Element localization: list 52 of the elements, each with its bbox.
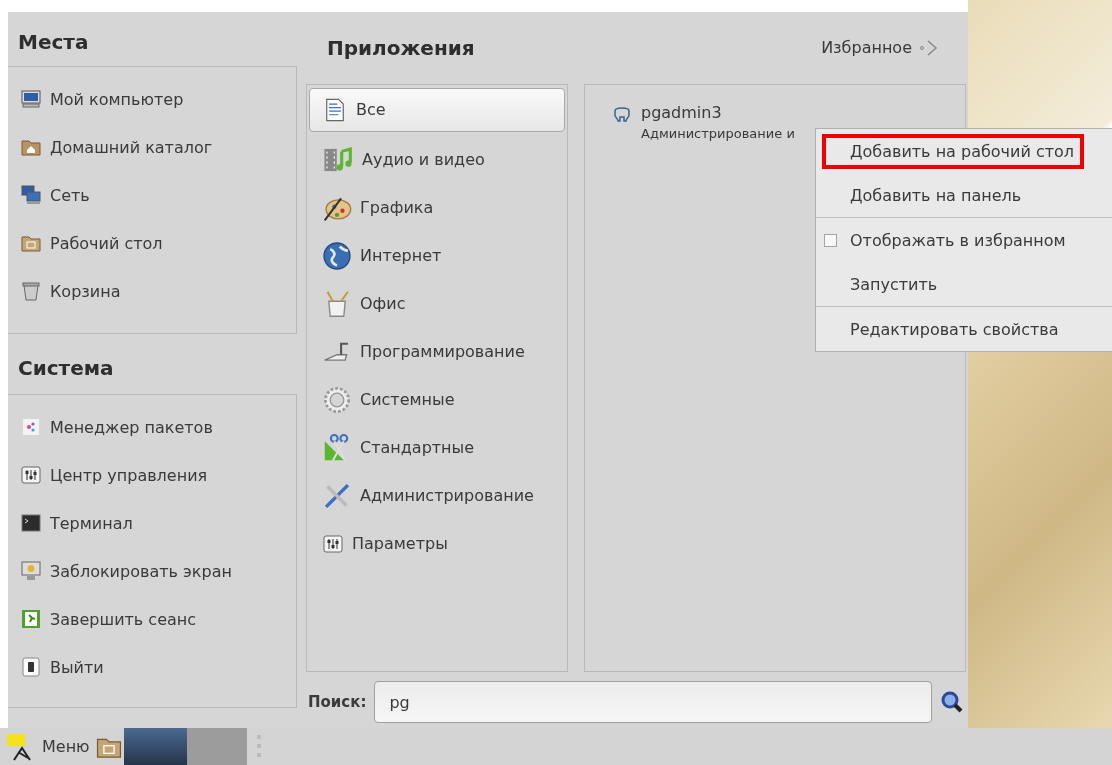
category-item[interactable]: Интернет [309,231,565,280]
network-icon [20,184,42,206]
globe-icon [322,240,352,271]
category-item[interactable]: Офис [309,279,565,328]
menu-item[interactable]: Корзина [20,267,296,315]
switch-icon [20,656,42,678]
trash-icon [20,280,42,302]
app-name[interactable]: pgadmin3 [641,102,795,122]
menu-item[interactable]: Добавить на панель [822,177,1032,213]
sliders-icon [20,464,42,486]
gear-icon [322,384,352,415]
category-item[interactable]: Аудио и видео [309,135,565,184]
checkbox[interactable] [824,233,837,247]
section-title: Система [17,355,115,382]
category-item[interactable]: Администрирование [309,471,565,520]
menu-item[interactable]: Терминал [20,499,296,547]
category-item[interactable]: Параметры [309,519,565,568]
category-item[interactable]: Графика [309,183,565,232]
menu-button[interactable]: Меню [0,728,94,765]
menu-item[interactable]: Запустить [822,266,948,302]
app-description: Администрирование и [641,125,795,141]
menu-item[interactable]: Заблокировать экран [20,547,296,595]
menu-item[interactable]: Сеть [20,171,296,219]
menu-item[interactable]: Выйти [20,643,296,691]
computer-icon [20,88,42,110]
category-item[interactable]: Программирование [309,327,565,376]
search-icon[interactable] [940,690,965,715]
favorites-button[interactable]: Избранное [821,34,940,62]
terminal-icon [20,512,42,534]
category-item[interactable]: Системные [309,375,565,424]
monitor-icon [20,560,42,582]
search-field[interactable]: pg [374,681,933,724]
menu-item[interactable]: Отображать в избранном [822,222,1076,258]
chevron-icon [918,38,940,57]
menu-item[interactable]: Рабочий стол [20,219,296,267]
category-item[interactable]: Стандартные [309,423,565,472]
menu-item[interactable]: Домашний каталог [20,123,296,171]
category-item[interactable]: Все [309,87,565,132]
menu-item[interactable]: Мой компьютер [20,75,296,123]
menu-item[interactable]: Добавить на рабочий стол [822,133,1085,169]
menu-item[interactable]: Менеджер пакетов [20,403,296,451]
menu-item[interactable]: Центр управления [20,451,296,499]
menu-item[interactable]: Редактировать свойства [822,311,1069,347]
window-button[interactable] [123,728,187,765]
section-title: Приложения [327,35,475,60]
menu-item[interactable]: Завершить сеанс [20,595,296,643]
search-label: Поиск: [307,693,367,712]
exit-icon [20,608,42,630]
film-music-icon [322,145,354,174]
section-title: Места [17,29,90,56]
packages-icon [20,416,42,438]
sliders-icon [322,532,344,555]
